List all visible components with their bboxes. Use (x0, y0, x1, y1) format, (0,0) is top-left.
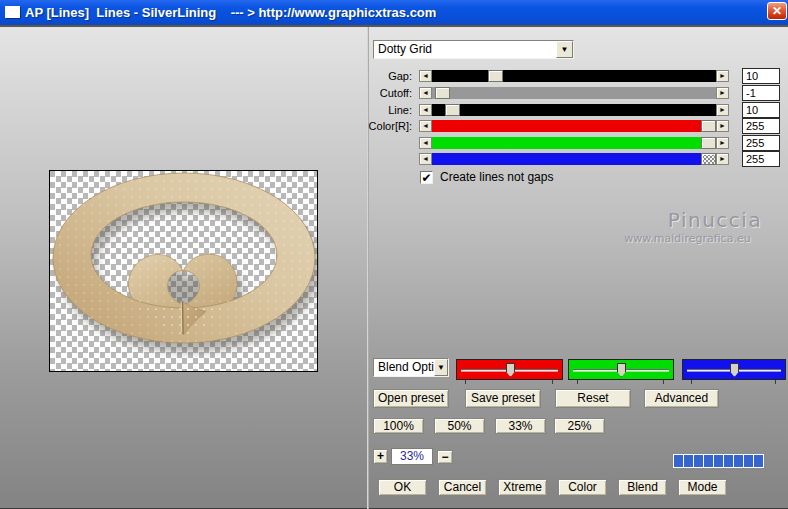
progress-segment (724, 455, 733, 467)
slider-tick (691, 380, 692, 384)
color-b-slider-right-arrow[interactable]: ► (716, 153, 729, 165)
zoom-50pct-button[interactable]: 50% (434, 418, 485, 434)
cutoff-slider-left-arrow[interactable]: ◄ (419, 87, 432, 99)
advanced-button[interactable]: Advanced (644, 389, 719, 408)
progress-segment (714, 455, 723, 467)
zoom-25pct-button[interactable]: 25% (554, 418, 605, 434)
slider-tick (577, 380, 578, 384)
blend-options-value: Blend Opti (378, 360, 434, 375)
preview-canvas[interactable] (49, 170, 318, 372)
window-title: AP [Lines] Lines - SilverLining --- > ht… (25, 0, 436, 25)
dropdown-arrow-icon[interactable]: ▼ (434, 359, 448, 376)
slider-pointer[interactable] (617, 363, 626, 377)
gap-slider-right-arrow[interactable]: ► (716, 70, 729, 82)
plugin-window: AP [Lines] Lines - SilverLining --- > ht… (0, 0, 788, 509)
progress-segment (694, 455, 703, 467)
color-r-slider-right-arrow[interactable]: ► (716, 120, 729, 132)
color-g-slider-label (360, 137, 412, 149)
gap-slider-thumb[interactable] (488, 70, 503, 82)
color-r-slider-thumb[interactable] (701, 120, 716, 132)
progress-segment (754, 455, 763, 467)
line-slider-right-arrow[interactable]: ► (716, 104, 729, 116)
color-g-slider-right-arrow[interactable]: ► (716, 137, 729, 149)
color-b-slider-thumb[interactable] (701, 153, 716, 165)
cutoff-slider-track[interactable] (432, 87, 716, 99)
mode-button[interactable]: Mode (678, 479, 727, 496)
line-value-input[interactable]: 10 (742, 102, 780, 118)
red-blend-slider[interactable] (456, 359, 563, 380)
save-preset-button[interactable]: Save preset (465, 389, 541, 408)
zoom-in-button[interactable]: + (373, 449, 388, 464)
open-preset-button[interactable]: Open preset (373, 389, 449, 408)
blend-options-dropdown[interactable]: Blend Opti ▼ (373, 358, 449, 377)
zoom-100pct-button[interactable]: 100% (373, 418, 424, 434)
progress-segment (734, 455, 743, 467)
cutoff-slider-label: Cutoff: (360, 87, 412, 99)
color-g-slider-track[interactable] (432, 137, 716, 149)
preset-dropdown[interactable]: Dotty Grid ▼ (373, 40, 574, 59)
window-icon (5, 6, 20, 18)
cutoff-slider-thumb[interactable] (435, 87, 450, 99)
color-g-slider-left-arrow[interactable]: ◄ (419, 137, 432, 149)
color-g-slider-thumb[interactable] (701, 137, 716, 149)
progress-segment (684, 455, 693, 467)
window-border-line (0, 25, 788, 27)
watermark-url: www.maidiregrafica.eu (595, 232, 780, 245)
line-slider-left-arrow[interactable]: ◄ (419, 104, 432, 116)
preset-dropdown-value: Dotty Grid (378, 42, 432, 57)
zoom-level-value: 33% (391, 448, 433, 465)
close-button[interactable]: ✕ (767, 2, 787, 20)
color-r-value-input[interactable]: 255 (742, 118, 780, 134)
color-b-value-input[interactable]: 255 (742, 151, 780, 167)
xtreme-button[interactable]: Xtreme (498, 479, 547, 496)
zoom-out-button[interactable]: − (437, 450, 453, 464)
color-g-value-input[interactable]: 255 (742, 135, 780, 151)
color-r-slider-track[interactable] (432, 120, 716, 132)
cancel-button[interactable]: Cancel (438, 479, 487, 496)
reset-button[interactable]: Reset (555, 389, 631, 408)
slider-tick (775, 380, 776, 384)
slider-tick (465, 380, 466, 384)
slider-tick (663, 380, 664, 384)
green-blend-slider[interactable] (568, 359, 674, 380)
color-r-slider-left-arrow[interactable]: ◄ (419, 120, 432, 132)
line-slider-track[interactable] (432, 104, 716, 116)
cutoff-slider-right-arrow[interactable]: ► (716, 87, 729, 99)
blend-button[interactable]: Blend (618, 479, 667, 496)
color-b-slider-track[interactable] (432, 153, 716, 165)
watermark-name: Pinuccia (640, 208, 788, 232)
color-b-slider-label (360, 153, 412, 165)
slider-pointer[interactable] (506, 363, 515, 377)
slider-pointer[interactable] (730, 363, 739, 377)
create-lines-checkbox[interactable]: ✔ (420, 171, 433, 184)
zoom-33pct-button[interactable]: 33% (495, 418, 546, 434)
color-button[interactable]: Color (558, 479, 607, 496)
panel-divider (367, 27, 369, 509)
progress-segment (744, 455, 753, 467)
dropdown-arrow-icon[interactable]: ▼ (556, 41, 573, 58)
line-slider-label: Line: (360, 104, 412, 116)
progress-segment (674, 455, 683, 467)
create-lines-checkbox-label: Create lines not gaps (440, 170, 553, 184)
blue-blend-slider[interactable] (682, 359, 786, 380)
gap-value-input[interactable]: 10 (742, 68, 780, 84)
gap-slider-label: Gap: (360, 70, 412, 82)
line-slider-thumb[interactable] (445, 104, 460, 116)
title-bar[interactable]: AP [Lines] Lines - SilverLining --- > ht… (0, 0, 788, 25)
gap-slider-track[interactable] (432, 70, 716, 82)
ok-button[interactable]: OK (378, 479, 427, 496)
color-r-slider-label: Color[R]: (360, 120, 412, 132)
color-b-slider-left-arrow[interactable]: ◄ (419, 153, 432, 165)
slider-tick (552, 380, 553, 384)
progress-segment (704, 455, 713, 467)
ribbon-artwork (50, 171, 319, 373)
gap-slider-left-arrow[interactable]: ◄ (419, 70, 432, 82)
progress-bar (672, 453, 765, 469)
cutoff-value-input[interactable]: -1 (742, 85, 780, 101)
